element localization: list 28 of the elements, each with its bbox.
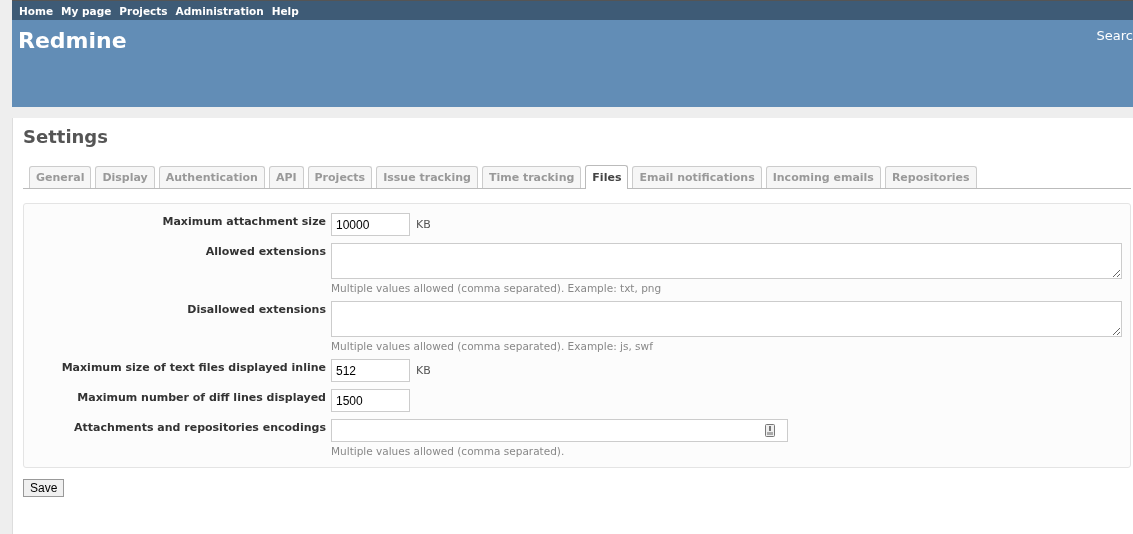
- field-label: Disallowed extensions: [186, 302, 326, 318]
- text-area[interactable]: [331, 301, 1122, 337]
- unit-label: KB: [416, 364, 431, 377]
- hint-text: Multiple values allowed (comma separated).: [331, 445, 566, 457]
- input-field[interactable]: [331, 419, 788, 442]
- search-label: Searc: [1096, 28, 1133, 43]
- menu-link[interactable]: Home: [19, 4, 54, 17]
- menu-link[interactable]: Administration: [175, 4, 264, 17]
- input-field[interactable]: 10000: [331, 213, 410, 236]
- menu-link[interactable]: My page: [61, 4, 112, 17]
- menu-link[interactable]: Help: [271, 4, 299, 17]
- save-button[interactable]: Save: [23, 479, 65, 497]
- menu-link[interactable]: Projects: [119, 4, 168, 17]
- hint-text: Multiple values allowed (comma separated). Example: js, swf: [331, 340, 654, 352]
- tab[interactable]: Files: [585, 165, 629, 189]
- field-label: Attachments and repositories encodings: [73, 420, 326, 436]
- unit-label: KB: [416, 218, 431, 231]
- field-label: Maximum attachment size: [161, 214, 326, 230]
- input-field[interactable]: 1500: [331, 389, 410, 412]
- field-label: Allowed extensions: [204, 244, 326, 260]
- clipboard-icon[interactable]: [765, 424, 775, 437]
- page-title: Settings: [23, 126, 109, 147]
- text-area[interactable]: [331, 243, 1122, 279]
- field-label: Maximum size of text files displayed inline: [60, 360, 326, 376]
- input-field[interactable]: 512: [331, 359, 410, 382]
- site-title: Redmine: [18, 28, 127, 53]
- hint-text: Multiple values allowed (comma separated). Example: txt, png: [331, 282, 663, 294]
- field-label: Maximum number of diff lines displayed: [76, 390, 326, 406]
